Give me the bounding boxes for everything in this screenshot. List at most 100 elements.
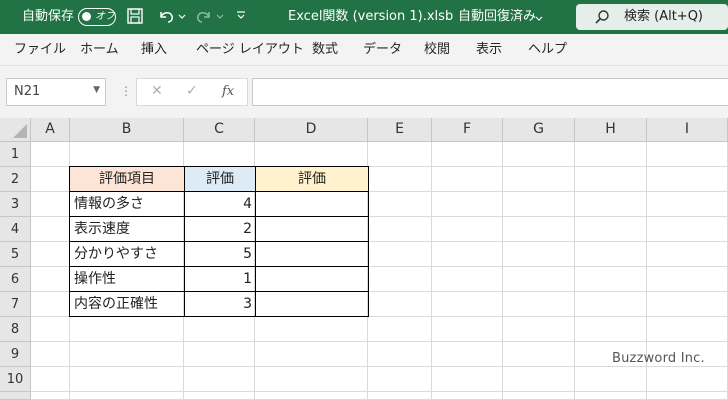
grid-cell[interactable] (368, 392, 432, 400)
grid-cell[interactable] (647, 392, 728, 400)
grid-cell[interactable] (432, 192, 503, 217)
grid-cell[interactable] (368, 367, 432, 392)
column-header-f[interactable]: F (432, 118, 503, 142)
result-cell[interactable] (255, 241, 369, 267)
grid-cell[interactable] (255, 367, 368, 392)
score-cell[interactable]: 4 (184, 191, 256, 217)
grid-cell[interactable] (575, 317, 647, 342)
grid-cell[interactable] (368, 242, 432, 267)
score-cell[interactable]: 3 (184, 291, 256, 317)
tab-insert[interactable]: 挿入 (141, 42, 167, 58)
grid-cell[interactable] (432, 217, 503, 242)
result-cell[interactable] (255, 266, 369, 292)
tab-formulas[interactable]: 数式 (312, 42, 338, 58)
grid-cell[interactable] (503, 167, 575, 192)
formula-input[interactable] (252, 78, 728, 106)
column-header-e[interactable]: E (368, 118, 432, 142)
grid-cell[interactable] (503, 342, 575, 367)
undo-icon[interactable] (156, 7, 176, 29)
grid-cell[interactable] (184, 142, 255, 167)
grid-cell[interactable] (255, 342, 368, 367)
column-header-b[interactable]: B (70, 118, 184, 142)
grid-cell[interactable] (368, 142, 432, 167)
grid-cell[interactable] (255, 392, 368, 400)
item-label-cell[interactable]: 表示速度 (69, 216, 185, 242)
grid-cell[interactable] (503, 392, 575, 400)
more-options-icon[interactable]: ⋮ (120, 84, 132, 98)
column-header-a[interactable]: A (31, 118, 70, 142)
insert-function-icon[interactable]: fx (222, 84, 234, 99)
result-cell[interactable] (255, 216, 369, 242)
grid-cell[interactable] (432, 267, 503, 292)
grid-cell[interactable] (432, 242, 503, 267)
grid-cell[interactable] (432, 392, 503, 400)
row-header-2[interactable]: 2 (0, 167, 31, 192)
tab-file[interactable]: ファイル (14, 42, 66, 58)
grid-cell[interactable] (647, 292, 728, 317)
row-header-6[interactable]: 6 (0, 267, 31, 292)
grid-cell[interactable] (575, 392, 647, 400)
tab-review[interactable]: 校閲 (424, 42, 450, 58)
grid-cell[interactable] (70, 142, 184, 167)
grid-cell[interactable] (503, 367, 575, 392)
grid-cell[interactable] (368, 342, 432, 367)
grid-cell[interactable] (432, 317, 503, 342)
row-header-9[interactable]: 9 (0, 342, 31, 367)
tab-data[interactable]: データ (363, 42, 402, 58)
grid-cell[interactable] (575, 367, 647, 392)
header-cell-item[interactable]: 評価項目 (69, 166, 185, 192)
grid-cell[interactable] (432, 292, 503, 317)
grid-cell[interactable] (647, 142, 728, 167)
grid-cell[interactable] (368, 317, 432, 342)
grid-cell[interactable] (368, 292, 432, 317)
grid-cell[interactable] (31, 367, 70, 392)
search-box[interactable]: 検索 (Alt+Q) (576, 4, 728, 30)
grid-cell[interactable] (368, 192, 432, 217)
row-header-11[interactable] (0, 392, 31, 400)
undo-dropdown-icon[interactable] (178, 10, 186, 25)
row-header-8[interactable]: 8 (0, 317, 31, 342)
grid-cell[interactable] (503, 217, 575, 242)
autosave-toggle[interactable]: オフ (78, 8, 116, 26)
grid-cell[interactable] (31, 292, 70, 317)
grid-cell[interactable] (647, 242, 728, 267)
customize-toolbar-icon[interactable] (236, 10, 246, 26)
grid-cell[interactable] (70, 342, 184, 367)
column-header-h[interactable]: H (575, 118, 647, 142)
grid-cell[interactable] (31, 242, 70, 267)
title-dropdown-icon[interactable] (535, 12, 543, 27)
result-cell[interactable] (255, 191, 369, 217)
grid-cell[interactable] (647, 367, 728, 392)
grid-cell[interactable] (575, 242, 647, 267)
item-label-cell[interactable]: 情報の多さ (69, 191, 185, 217)
grid-cell[interactable] (432, 367, 503, 392)
grid-cell[interactable] (503, 292, 575, 317)
grid-cell[interactable] (503, 192, 575, 217)
tab-help[interactable]: ヘルプ (528, 42, 567, 58)
grid-cell[interactable] (184, 317, 255, 342)
redo-icon[interactable] (194, 7, 214, 29)
grid-cell[interactable] (503, 242, 575, 267)
grid-cell[interactable] (184, 392, 255, 400)
column-header-i[interactable]: I (647, 118, 728, 142)
column-header-d[interactable]: D (255, 118, 368, 142)
tab-view[interactable]: 表示 (476, 42, 502, 58)
tab-home[interactable]: ホーム (80, 42, 119, 58)
grid-cell[interactable] (503, 267, 575, 292)
row-header-10[interactable]: 10 (0, 367, 31, 392)
grid-cell[interactable] (31, 167, 70, 192)
grid-cell[interactable] (575, 167, 647, 192)
grid-cell[interactable] (31, 317, 70, 342)
grid-cell[interactable] (647, 167, 728, 192)
grid-cell[interactable] (647, 267, 728, 292)
row-header-1[interactable]: 1 (0, 142, 31, 167)
grid-cell[interactable] (31, 217, 70, 242)
grid-cell[interactable] (432, 167, 503, 192)
grid-cell[interactable] (432, 142, 503, 167)
grid-cell[interactable] (184, 342, 255, 367)
row-header-4[interactable]: 4 (0, 217, 31, 242)
grid-cell[interactable] (647, 192, 728, 217)
grid-cell[interactable] (368, 267, 432, 292)
grid-cell[interactable] (31, 392, 70, 400)
result-cell[interactable] (255, 291, 369, 317)
